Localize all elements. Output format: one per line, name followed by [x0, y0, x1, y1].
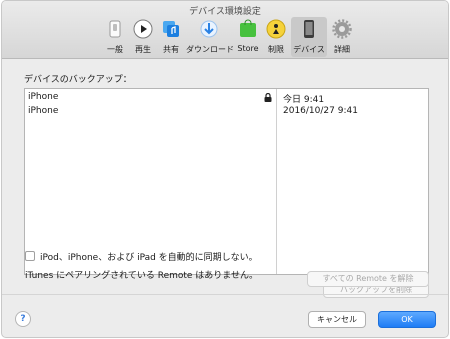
general-switch-icon: [109, 20, 121, 38]
gear-icon: [332, 19, 352, 39]
remote-status: iTunes にペアリングされている Remote はありません。: [25, 271, 259, 281]
backup-device-name: iPhone: [28, 106, 59, 116]
preferences-window: デバイス環境設定 一般 再生 共有 ダウンロード Store 制限 デバイス 詳…: [1, 0, 449, 338]
device-icon: [304, 20, 314, 38]
devices-pane: デバイスのバックアップ： iPhone 今日 9:41 iPhone 2016/…: [2, 60, 448, 337]
titlebar: デバイス環境設定 一般 再生 共有 ダウンロード Store 制限 デバイス 詳…: [2, 1, 448, 59]
backup-device-name: iPhone: [28, 92, 59, 102]
cancel-button[interactable]: キャンセル: [308, 311, 366, 328]
tab-store[interactable]: Store: [235, 17, 261, 57]
tab-restrictions[interactable]: 制限: [263, 17, 289, 57]
backup-row[interactable]: iPhone 今日 9:41: [25, 91, 428, 105]
backups-label: デバイスのバックアップ：: [24, 75, 132, 85]
tab-devices-label: デバイス: [293, 45, 325, 54]
unpair-remotes-button[interactable]: すべての Remote を解除: [307, 271, 429, 287]
backup-date: 2016/10/27 9:41: [283, 106, 358, 116]
lock-icon: [264, 93, 272, 102]
store-icon: [240, 19, 256, 37]
no-auto-sync-checkbox[interactable]: [25, 251, 35, 261]
footer-divider: [2, 294, 448, 295]
tab-general[interactable]: 一般: [102, 17, 128, 57]
tab-advanced[interactable]: 詳細: [329, 17, 355, 57]
no-auto-sync-label: iPod、iPhone、および iPad を自動的に同期しない。: [40, 253, 258, 263]
tab-downloads[interactable]: ダウンロード: [186, 17, 234, 57]
tab-downloads-label: ダウンロード: [186, 45, 234, 54]
tab-playback[interactable]: 再生: [130, 17, 156, 57]
backup-date: 今日 9:41: [283, 95, 325, 105]
backup-row[interactable]: iPhone 2016/10/27 9:41: [25, 105, 428, 119]
toolbar: 一般 再生 共有 ダウンロード Store 制限 デバイス 詳細: [2, 17, 448, 59]
tab-sharing[interactable]: 共有: [158, 17, 184, 57]
backup-list[interactable]: iPhone 今日 9:41 iPhone 2016/10/27 9:41: [24, 88, 429, 275]
tab-advanced-label: 詳細: [334, 45, 350, 54]
tab-playback-label: 再生: [135, 45, 151, 54]
sharing-icon: [163, 21, 179, 37]
tab-store-label: Store: [237, 44, 259, 53]
restrictions-icon: [266, 19, 286, 39]
help-button[interactable]: ?: [15, 311, 31, 327]
ok-button[interactable]: OK: [378, 311, 436, 328]
tab-restrictions-label: 制限: [268, 45, 284, 54]
tab-sharing-label: 共有: [163, 45, 179, 54]
tab-devices[interactable]: デバイス: [291, 17, 327, 57]
window-title: デバイス環境設定: [189, 7, 261, 17]
download-icon: [200, 20, 218, 38]
tab-general-label: 一般: [107, 45, 123, 54]
play-icon: [133, 19, 153, 39]
